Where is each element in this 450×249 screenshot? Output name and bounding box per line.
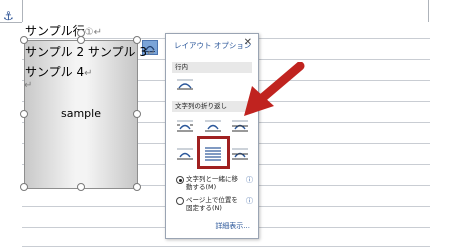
text-line-1[interactable]: サンプル行①↵ (25, 22, 102, 39)
resize-handle[interactable] (133, 110, 141, 118)
ruled-line (22, 246, 430, 247)
paragraph-mark: ↵ (93, 27, 102, 38)
paragraph-mark: ↵ (24, 80, 33, 91)
radio-button[interactable] (176, 197, 184, 205)
wrap-through-icon[interactable] (231, 119, 249, 133)
radio-label: ページ上で位置を 固定する(N) (186, 196, 246, 212)
info-icon[interactable]: ⓘ (246, 175, 253, 185)
wrap-tight-icon[interactable] (204, 119, 222, 133)
circled-number: ① (84, 27, 94, 38)
resize-handle[interactable] (20, 110, 28, 118)
close-icon[interactable]: ✕ (244, 37, 252, 48)
wrap-square-icon[interactable] (176, 119, 194, 133)
margin-guide (428, 0, 429, 22)
text-line-3[interactable]: サンプル 4↵ (25, 63, 92, 80)
selection-highlight (197, 136, 230, 169)
wrap-in-front-icon[interactable] (231, 147, 249, 161)
paragraph-mark: ↵ (84, 68, 93, 79)
line-text: サンプル 2 サンプル 3 (25, 45, 147, 59)
radio-label: 文字列と一緒に移 動する(M) (186, 175, 246, 191)
popup-title: レイアウト オプション (174, 41, 252, 50)
info-icon[interactable]: ⓘ (246, 196, 253, 206)
document-page: ⚓ サンプル行①↵ サンプル 2 サンプル 3↵ サンプル 4↵ ↵ sampl… (0, 0, 450, 249)
wrap-inline-icon[interactable] (176, 77, 194, 91)
anchor-icon[interactable]: ⚓ (3, 9, 14, 23)
details-link[interactable]: 詳細表示... (215, 221, 250, 231)
radio-label-line: 文字列と一緒に移 (186, 175, 238, 183)
line-text: サンプル行 (25, 24, 85, 38)
pointer-arrow-icon (244, 62, 305, 116)
resize-handle[interactable] (77, 183, 85, 191)
radio-button[interactable] (176, 176, 184, 184)
radio-label-line: ページ上で位置を (186, 196, 238, 204)
resize-handle[interactable] (20, 183, 28, 191)
radio-label-line: 固定する(N) (186, 204, 222, 212)
resize-handle[interactable] (133, 183, 141, 191)
margin-guide (22, 0, 23, 22)
paragraph-mark: ↵ (147, 48, 156, 59)
line-text: サンプル 4 (25, 65, 85, 79)
radio-label-line: 動する(M) (186, 183, 217, 191)
wrap-top-bottom-icon[interactable] (176, 147, 194, 161)
text-line-2[interactable]: サンプル 2 サンプル 3↵ (25, 43, 155, 60)
shape-label: sample (61, 107, 101, 120)
